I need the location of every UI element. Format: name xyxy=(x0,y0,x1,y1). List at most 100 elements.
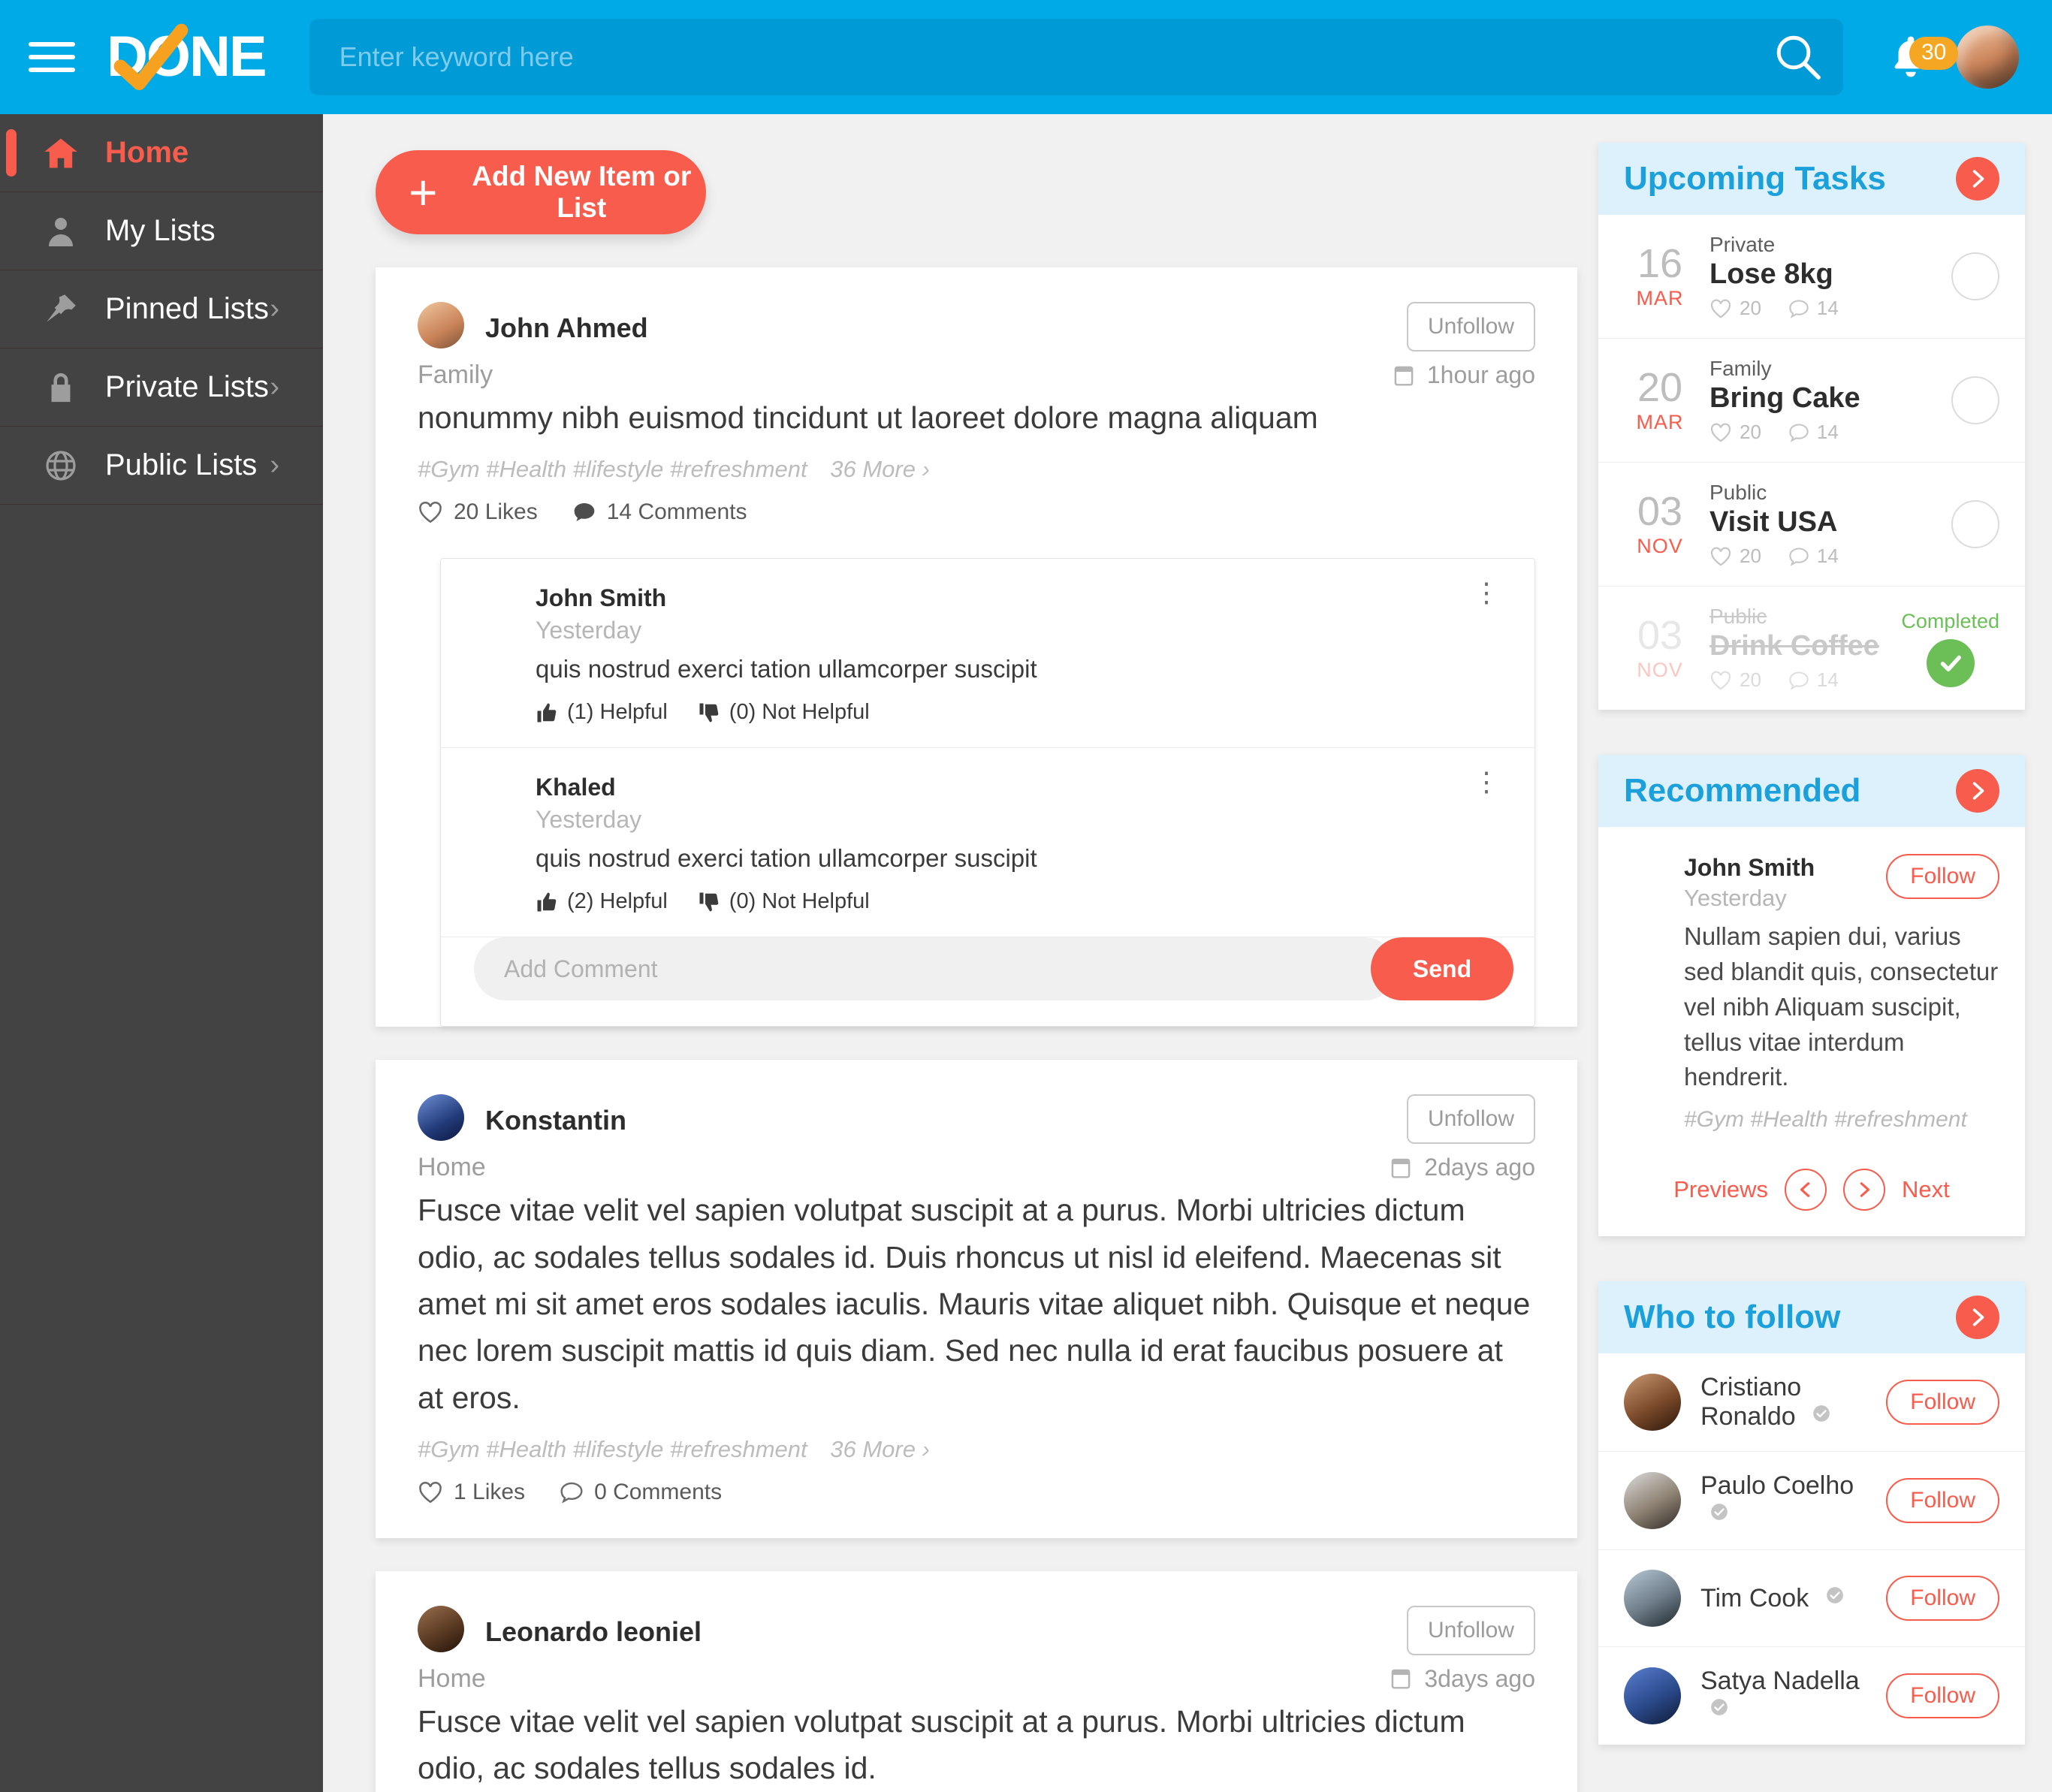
task-checkbox[interactable] xyxy=(1951,500,1999,548)
avatar[interactable] xyxy=(1624,1472,1681,1530)
task-stats: 20 14 xyxy=(1709,421,1951,444)
post-time-text: 3days ago xyxy=(1424,1664,1535,1692)
task-date: 20 MAR xyxy=(1624,367,1696,434)
task-checkbox-checked[interactable] xyxy=(1926,638,1975,687)
sidebar-item-public-lists[interactable]: Public Lists › xyxy=(0,427,323,505)
notifications-button[interactable]: 30 xyxy=(1866,32,1959,82)
panel-title: Recommended xyxy=(1624,772,1861,809)
recommended-author: John Smith xyxy=(1684,854,1815,881)
follow-button[interactable]: Follow xyxy=(1886,1673,1999,1719)
person-name: Tim Cook xyxy=(1700,1584,1845,1613)
send-comment-button[interactable]: Send xyxy=(1371,937,1513,1001)
task-checkbox[interactable] xyxy=(1951,252,1999,300)
avatar[interactable] xyxy=(1624,1667,1681,1725)
comments-button[interactable]: 14 Comments xyxy=(572,499,747,525)
chevron-right-icon xyxy=(1972,170,1984,188)
likes-count: 20 Likes xyxy=(454,499,538,525)
add-new-item-button[interactable]: + Add New Item or List xyxy=(376,150,706,234)
task-likes: 20 xyxy=(1709,297,1761,320)
task-row[interactable]: 16 MAR Private Lose 8kg 20 14 xyxy=(1598,215,2025,339)
avatar[interactable] xyxy=(418,1605,464,1652)
panel-header: Recommended xyxy=(1598,755,2025,827)
post-time: 3days ago xyxy=(1390,1665,1535,1693)
unfollow-button[interactable]: Unfollow xyxy=(1406,1605,1535,1655)
search-button[interactable] xyxy=(1771,31,1824,83)
search-input[interactable] xyxy=(309,19,1843,95)
next-button[interactable] xyxy=(1843,1169,1885,1211)
previews-label[interactable]: Previews xyxy=(1673,1176,1768,1203)
pin-icon xyxy=(38,291,84,328)
recommended-time: Yesterday xyxy=(1684,885,1787,911)
likes-button[interactable]: 20 Likes xyxy=(418,499,538,525)
follow-suggestion-row: Paulo Coelho Follow xyxy=(1598,1452,2025,1551)
person-name: Satya Nadella xyxy=(1700,1667,1886,1725)
avatar[interactable] xyxy=(418,1094,464,1142)
sidebar-item-label: Public Lists xyxy=(105,448,258,481)
avatar[interactable] xyxy=(1624,1570,1681,1628)
task-row[interactable]: 20 MAR Family Bring Cake 20 14 xyxy=(1598,339,2025,463)
follow-suggestion-row: Cristiano Ronaldo Follow xyxy=(1598,1353,2025,1453)
sidebar-item-pinned-lists[interactable]: Pinned Lists › xyxy=(0,270,323,348)
post-author: Konstantin xyxy=(485,1105,626,1136)
comments-button[interactable]: 0 Comments xyxy=(560,1480,722,1505)
thumbs-up-icon xyxy=(537,703,557,723)
comment-text: quis nostrud exerci tation ullamcorper s… xyxy=(536,655,1037,683)
unfollow-button[interactable]: Unfollow xyxy=(1406,1094,1535,1145)
task-category: Public xyxy=(1709,481,1767,504)
not-helpful-count: (0) Not Helpful xyxy=(729,889,870,914)
post-stats: 1 Likes 0 Comments xyxy=(376,1463,1577,1538)
not-helpful-button[interactable]: (0) Not Helpful xyxy=(698,889,870,914)
helpful-button[interactable]: (2) Helpful xyxy=(536,889,668,914)
task-comments: 14 xyxy=(1788,297,1839,320)
sidebar-item-my-lists[interactable]: My Lists xyxy=(0,192,323,270)
app-logo[interactable]: DONE xyxy=(107,23,267,91)
sidebar-item-home[interactable]: Home xyxy=(0,114,323,192)
heart-icon xyxy=(419,1481,442,1504)
follow-button[interactable]: Follow xyxy=(1886,1576,1999,1622)
avatar[interactable] xyxy=(474,774,518,817)
sidebar-item-private-lists[interactable]: Private Lists › xyxy=(0,348,323,427)
check-icon xyxy=(1940,655,1961,671)
comment-menu-icon[interactable]: ⋮ xyxy=(1473,579,1501,605)
task-month: NOV xyxy=(1637,534,1683,557)
user-avatar[interactable] xyxy=(1956,26,2019,89)
sidebar-item-label: My Lists xyxy=(105,214,216,247)
panel-more-button[interactable] xyxy=(1956,1296,1999,1340)
follow-button[interactable]: Follow xyxy=(1886,1380,1999,1425)
heart-icon xyxy=(1710,671,1731,690)
prev-button[interactable] xyxy=(1785,1169,1827,1211)
unfollow-button[interactable]: Unfollow xyxy=(1406,302,1535,351)
task-month: NOV xyxy=(1637,658,1683,681)
task-comments: 14 xyxy=(1788,545,1839,568)
more-tags-link[interactable]: 36 More › xyxy=(830,1436,930,1462)
not-helpful-button[interactable]: (0) Not Helpful xyxy=(698,700,870,725)
likes-button[interactable]: 1 Likes xyxy=(418,1480,525,1505)
chevron-right-icon xyxy=(1860,1182,1870,1198)
panel-more-button[interactable] xyxy=(1956,157,1999,201)
helpful-button[interactable]: (1) Helpful xyxy=(536,700,668,725)
add-comment-input[interactable] xyxy=(474,937,1396,1001)
task-date: 16 MAR xyxy=(1624,243,1696,310)
task-category: Private xyxy=(1709,233,1776,256)
task-row[interactable]: 03 NOV Public Drink Coffee 20 14 Complet… xyxy=(1598,587,2025,710)
avatar[interactable] xyxy=(474,584,518,628)
chevron-right-icon xyxy=(1972,1308,1984,1326)
follow-button[interactable]: Follow xyxy=(1886,854,1999,899)
task-checkbox[interactable] xyxy=(1951,376,1999,424)
comment-header: Khaled Yesterday ⋮ xyxy=(474,768,1501,834)
post-author: John Ahmed xyxy=(485,312,648,343)
heart-icon xyxy=(1710,299,1731,318)
avatar[interactable] xyxy=(418,302,464,348)
task-row[interactable]: 03 NOV Public Visit USA 20 14 xyxy=(1598,463,2025,587)
sidebar: Home My Lists Pinned Lists › Private Lis… xyxy=(0,114,323,1792)
task-month: MAR xyxy=(1636,410,1684,433)
panel-more-button[interactable] xyxy=(1956,769,1999,813)
follow-button[interactable]: Follow xyxy=(1886,1478,1999,1524)
next-label[interactable]: Next xyxy=(1902,1176,1950,1203)
hamburger-menu-icon[interactable] xyxy=(29,34,75,80)
comment-menu-icon[interactable]: ⋮ xyxy=(1473,768,1501,795)
avatar[interactable] xyxy=(1624,1374,1681,1431)
more-tags-link[interactable]: 36 More › xyxy=(830,456,930,482)
avatar[interactable] xyxy=(1624,854,1667,898)
home-icon xyxy=(38,134,84,173)
